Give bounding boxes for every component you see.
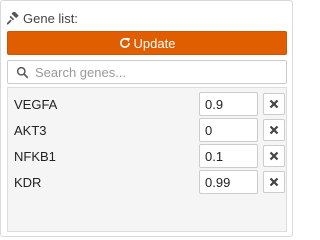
- panel-title: Gene list:: [23, 10, 78, 26]
- close-icon: [269, 125, 279, 135]
- gene-name: KDR: [14, 175, 42, 190]
- gene-value-input[interactable]: [199, 92, 258, 116]
- gene-row-akt3: AKT3: [8, 118, 286, 144]
- search-input[interactable]: [35, 64, 275, 80]
- gavel-icon: [7, 11, 19, 25]
- refresh-icon: [119, 37, 130, 48]
- gene-name: AKT3: [14, 123, 47, 138]
- gene-row-nfkb1: NFKB1: [8, 144, 286, 170]
- gene-list-panel: Gene list: Update VEGFA AKT3: [0, 0, 293, 237]
- close-icon: [269, 99, 279, 109]
- search-icon: [16, 66, 29, 78]
- gene-row-vegfa: VEGFA: [8, 92, 286, 118]
- gene-value-input[interactable]: [199, 144, 258, 168]
- update-button[interactable]: Update: [7, 31, 287, 55]
- gene-name: NFKB1: [14, 149, 56, 164]
- remove-gene-button[interactable]: [263, 119, 285, 141]
- gene-list: VEGFA AKT3 NFKB1: [7, 87, 287, 232]
- gene-row-kdr: KDR: [8, 170, 286, 196]
- gene-value-input[interactable]: [199, 118, 258, 142]
- gene-value-input[interactable]: [199, 170, 258, 194]
- remove-gene-button[interactable]: [263, 145, 285, 167]
- panel-header: Gene list:: [7, 7, 78, 29]
- close-icon: [269, 177, 279, 187]
- gene-name: VEGFA: [14, 97, 58, 112]
- update-button-label: Update: [133, 35, 176, 51]
- close-icon: [269, 151, 279, 161]
- remove-gene-button[interactable]: [263, 171, 285, 193]
- remove-gene-button[interactable]: [263, 93, 285, 115]
- search-box[interactable]: [7, 60, 287, 84]
